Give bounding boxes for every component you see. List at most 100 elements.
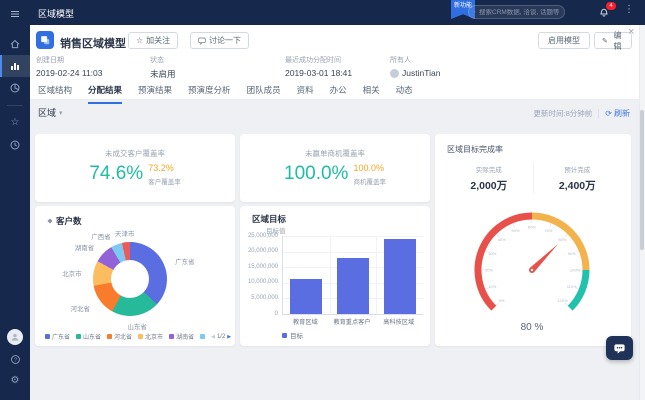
global-search[interactable] — [468, 5, 565, 19]
legend-pager[interactable]: ◀1/2▶ — [211, 334, 231, 340]
close-icon[interactable]: × — [628, 26, 634, 38]
bar-教育重点客户[interactable] — [337, 258, 369, 314]
card-title: 区域目标完成率 — [447, 144, 503, 155]
sidebar-item-favorites[interactable]: ☆ — [0, 112, 30, 134]
star-icon: ☆ — [11, 118, 20, 128]
owner-avatar — [390, 69, 399, 78]
chat-icon — [613, 342, 626, 355]
sidebar-item-home[interactable] — [0, 33, 30, 55]
svg-text:120%: 120% — [557, 298, 568, 303]
home-icon — [9, 38, 21, 50]
bar-高科技区域[interactable] — [384, 239, 416, 314]
kpi-secondary-value: 100.0% — [353, 164, 386, 173]
svg-text:50%: 50% — [512, 228, 520, 233]
x-tick-教育区域: 教育区域 — [282, 317, 329, 326]
chat-fab-button[interactable] — [606, 336, 633, 360]
gauge-card-target-completion: 区域目标完成率 实际完成 2,000万 预计完成 2,400万 0%10%20%… — [435, 134, 631, 346]
tab-办公[interactable]: 办公 — [330, 84, 347, 104]
tab-动态[interactable]: 动态 — [396, 84, 413, 104]
donut-label-河北省: 河北省 — [70, 303, 90, 313]
sidebar-item-help[interactable]: ? — [0, 348, 30, 370]
refresh-button[interactable]: ⟳ 刷新 — [605, 108, 630, 119]
legend-item-河北省[interactable]: 河北省 — [107, 332, 132, 341]
discuss-button[interactable]: 讨论一下 — [190, 32, 249, 49]
updated-time-text: 更新时间:8分钟前 — [534, 108, 593, 119]
scrollbar-thumb[interactable] — [640, 110, 644, 250]
y-tick: 20,000,000 — [248, 248, 278, 254]
kpi-secondary-value: 73.2% — [148, 164, 181, 173]
bar-card-region-target: 区域目标 目标值 05,000,00010,000,00015,000,0002… — [240, 206, 430, 346]
donut-label-广东省: 广东省 — [175, 256, 195, 266]
donut-label-广西省: 广西省 — [91, 231, 111, 241]
gauge-stat-forecast: 预计完成 2,400万 — [533, 164, 622, 193]
tab-资料[interactable]: 资料 — [297, 84, 314, 104]
donut-label-天津市: 天津市 — [115, 228, 135, 238]
notification-count-badge: 4 — [606, 2, 616, 10]
svg-text:110%: 110% — [567, 284, 577, 289]
enable-model-button[interactable]: 启用模型 — [538, 32, 590, 49]
legend-item-partial[interactable] — [200, 334, 205, 339]
bar-教育区域[interactable] — [290, 279, 322, 314]
sidebar-user-avatar[interactable] — [0, 326, 30, 348]
svg-text:0%: 0% — [499, 298, 505, 303]
legend-swatch — [282, 333, 287, 338]
owner-name[interactable]: JustinTian — [402, 68, 440, 78]
tab-预演结果[interactable]: 预演结果 — [138, 84, 172, 104]
sidebar: ☆ ? ⚙ — [0, 0, 30, 400]
svg-text:80%: 80% — [558, 237, 566, 242]
y-tick: 0 — [275, 311, 278, 317]
x-tick-教育重点客户: 教育重点客户 — [329, 317, 376, 326]
notifications-button[interactable]: 4 — [598, 5, 612, 19]
menu-toggle-button[interactable] — [0, 3, 30, 25]
refresh-icon: ⟳ — [605, 109, 612, 118]
follow-button[interactable]: ☆ 加关注 — [128, 32, 178, 49]
tab-区域结构[interactable]: 区域结构 — [38, 84, 72, 104]
tab-预演度分析[interactable]: 预演度分析 — [188, 84, 231, 104]
y-tick: 15,000,000 — [248, 264, 278, 270]
avatar — [7, 329, 23, 345]
pie-chart-icon — [9, 82, 21, 94]
top-bar: 区域模型 新功能 4 ⋮ — [0, 0, 645, 25]
svg-text:100%: 100% — [570, 268, 581, 273]
gauge-stat-actual: 实际完成 2,000万 — [445, 164, 533, 193]
tab-相关[interactable]: 相关 — [363, 84, 380, 104]
sidebar-item-settings[interactable]: ⚙ — [0, 370, 30, 392]
hamburger-icon — [9, 8, 21, 20]
breadcrumb-title: 区域模型 — [38, 7, 74, 20]
y-tick: 25,000,000 — [248, 233, 278, 239]
tab-团队成员[interactable]: 团队成员 — [247, 84, 281, 104]
search-input[interactable] — [479, 9, 559, 16]
svg-text:?: ? — [13, 357, 16, 363]
y-tick: 10,000,000 — [248, 279, 278, 285]
legend-item-广东省[interactable]: 广东省 — [45, 332, 70, 341]
info-status: 状态 未启用 — [150, 55, 176, 80]
region-filter-dropdown[interactable]: 区域 ▾ — [38, 106, 63, 119]
svg-text:60%: 60% — [528, 225, 536, 230]
sidebar-divider — [7, 105, 23, 106]
legend-item-湖南省[interactable]: 湖南省 — [169, 332, 194, 341]
star-icon: ☆ — [136, 36, 143, 45]
search-icon — [474, 8, 476, 16]
x-axis-labels: 教育区域教育重点客户高科技区域 — [282, 317, 422, 326]
donut-label-山东省: 山东省 — [127, 321, 147, 331]
tab-分配结果[interactable]: 分配结果 — [88, 84, 122, 104]
divider — [598, 109, 599, 118]
tab-bar: 区域结构分配结果预演结果预演度分析团队成员资料办公相关动态 — [38, 84, 413, 104]
chevron-down-icon: ▾ — [59, 109, 63, 117]
svg-text:30%: 30% — [488, 251, 496, 256]
legend-item-山东省[interactable]: 山东省 — [76, 332, 101, 341]
sidebar-item-reports[interactable] — [0, 77, 30, 99]
info-created-date: 创建日期 2019-02-24 11:03 — [36, 55, 102, 78]
svg-text:80 %: 80 % — [521, 322, 544, 333]
model-icon — [36, 31, 54, 49]
sidebar-item-analytics[interactable] — [0, 55, 30, 77]
donut-label-北京市: 北京市 — [62, 268, 82, 278]
donut-legend: 广东省山东省河北省北京市湖南省 ◀1/2▶ — [45, 332, 231, 341]
legend-item-北京市[interactable]: 北京市 — [138, 332, 163, 341]
more-options-button[interactable]: ⋮ — [624, 4, 634, 15]
sidebar-item-recent[interactable] — [0, 134, 30, 156]
edit-button[interactable]: ✎ 编辑 — [594, 32, 632, 49]
kpi-main-value: 100.0% — [284, 164, 348, 183]
page-title: 销售区域模型 — [60, 35, 126, 51]
gear-icon: ⚙ — [11, 376, 20, 386]
